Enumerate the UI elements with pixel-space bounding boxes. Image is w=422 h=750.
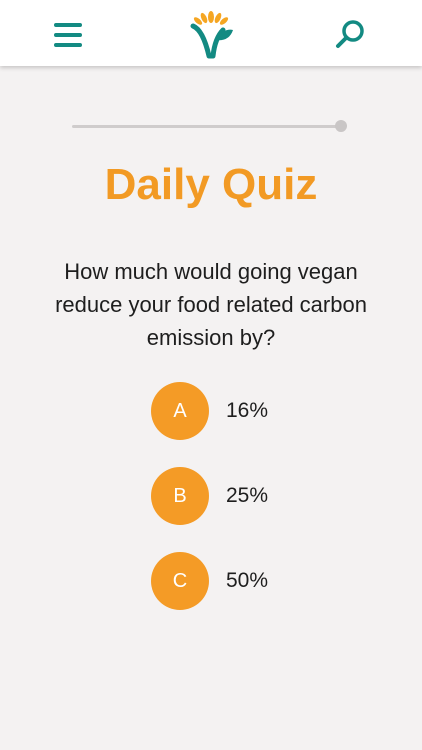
page-title: Daily Quiz xyxy=(104,160,318,209)
option-letter-badge: A xyxy=(151,382,209,440)
option-answer-text: 50% xyxy=(226,569,269,592)
answer-option-c[interactable]: C 50% xyxy=(151,552,301,610)
vegan-logo-icon[interactable] xyxy=(185,8,237,60)
answer-option-a[interactable]: A 16% xyxy=(151,382,301,440)
top-app-bar xyxy=(0,0,422,66)
option-answer-text: 25% xyxy=(226,484,269,507)
hamburger-menu-icon[interactable] xyxy=(50,18,86,52)
option-answer-text: 16% xyxy=(226,399,269,422)
answer-option-b[interactable]: B 25% xyxy=(151,467,301,525)
option-letter-badge: B xyxy=(151,467,209,525)
quiz-progress-track xyxy=(72,125,342,128)
quiz-question: How much would going vegan reduce your f… xyxy=(55,259,367,350)
search-icon[interactable] xyxy=(333,18,367,52)
option-letter-badge: C xyxy=(151,552,209,610)
quiz-progress-dot xyxy=(335,120,347,132)
